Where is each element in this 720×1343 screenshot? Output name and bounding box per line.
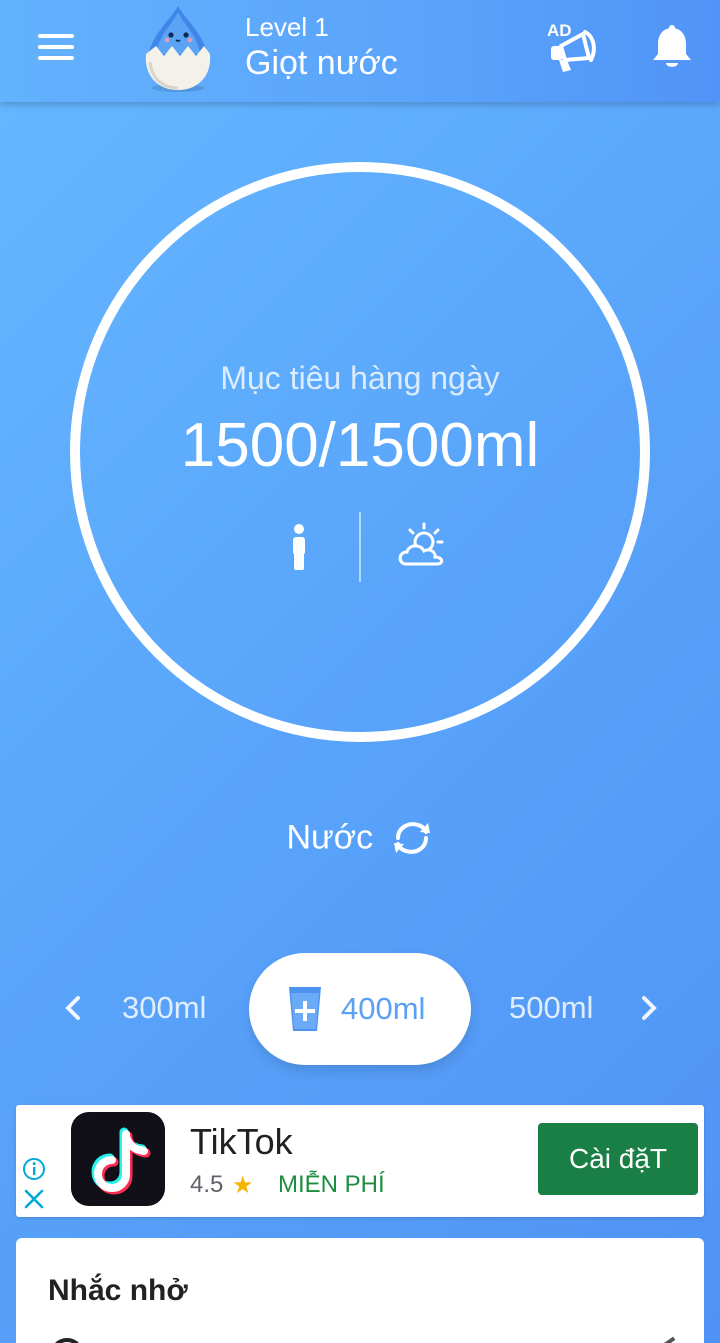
- goal-divider: [359, 512, 361, 582]
- ad-app-name[interactable]: TikTok: [190, 1121, 293, 1163]
- menu-icon-bar: [38, 56, 74, 60]
- daily-goal-label: Mục tiêu hàng ngày: [220, 360, 500, 396]
- selected-volume-label: 400ml: [341, 991, 426, 1026]
- water-drop-mascot-icon[interactable]: [138, 2, 218, 94]
- ad-app-rating: 4.5: [190, 1171, 224, 1198]
- top-app-bar: Level 1 Giọt nước AD: [0, 0, 720, 102]
- ad-app-price: MIỄN PHÍ: [278, 1171, 385, 1198]
- ad-badge-text: AD: [547, 21, 572, 40]
- ad-banner[interactable]: TikTok 4.5 ★ MIỄN PHÍ Cài đặT: [16, 1105, 704, 1217]
- install-button[interactable]: Cài đặT: [538, 1123, 698, 1195]
- tiktok-app-icon[interactable]: [71, 1112, 165, 1206]
- clock-icon: [50, 1338, 84, 1343]
- refresh-icon[interactable]: [390, 818, 434, 858]
- chevron-right-icon[interactable]: [634, 990, 662, 1026]
- sun-cloud-icon[interactable]: [394, 522, 448, 570]
- close-icon[interactable]: [22, 1187, 46, 1211]
- ad-megaphone-icon[interactable]: AD: [543, 18, 601, 74]
- menu-button[interactable]: [30, 28, 82, 68]
- rank-name: Giọt nước: [245, 44, 398, 82]
- bell-icon[interactable]: [650, 24, 694, 70]
- star-icon: ★: [232, 1172, 254, 1199]
- cup-plus-icon: [289, 987, 321, 1031]
- ad-info-icon[interactable]: [22, 1157, 46, 1181]
- menu-icon-bar: [38, 45, 74, 49]
- edit-icon[interactable]: [656, 1336, 676, 1343]
- reminder-card: Nhắc nhở: [16, 1238, 704, 1343]
- daily-goal-value: 1500/1500ml: [180, 411, 540, 480]
- chevron-left-icon[interactable]: [60, 990, 88, 1026]
- person-icon[interactable]: [288, 524, 310, 570]
- selected-volume-button[interactable]: 400ml: [249, 953, 471, 1065]
- level-label: Level 1: [245, 12, 329, 42]
- drink-type-row: Nước: [0, 818, 720, 862]
- volume-option-prev[interactable]: 300ml: [122, 990, 206, 1026]
- menu-icon-bar: [38, 34, 74, 38]
- drink-type-label: Nước: [286, 818, 374, 857]
- reminder-title: Nhắc nhở: [48, 1274, 188, 1307]
- volume-option-next[interactable]: 500ml: [509, 990, 593, 1026]
